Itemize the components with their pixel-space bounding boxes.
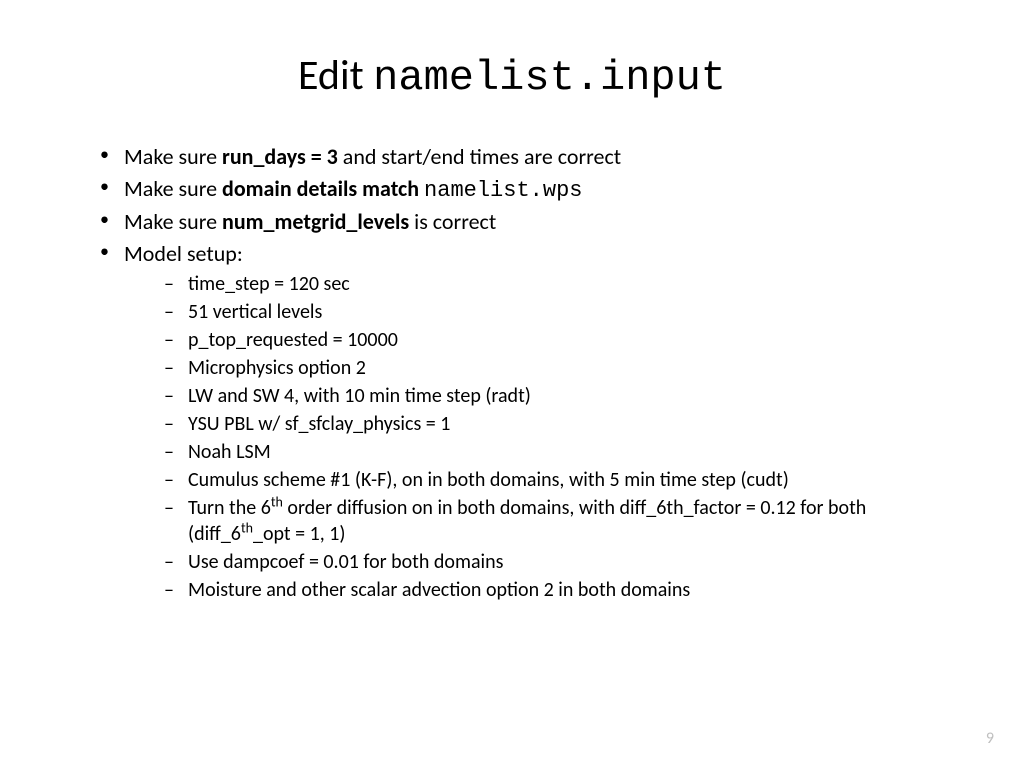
page-number: 9 <box>986 729 994 748</box>
bullet-item: Make sure num_metgrid_levels is correct <box>100 207 964 237</box>
sub-bullet-item: Turn the 6th order diffusion on in both … <box>164 495 964 547</box>
bullet-list: Make sure run_days = 3 and start/end tim… <box>100 142 964 603</box>
sub-text: Noah LSM <box>188 440 271 464</box>
sub-bullet-list: time_step = 120 sec 51 vertical levels p… <box>164 271 964 603</box>
bullet-item: Make sure domain details match namelist.… <box>100 174 964 206</box>
bullet-text: Make sure <box>124 143 222 170</box>
slide: Edit namelist.input Make sure run_days =… <box>0 0 1024 645</box>
sub-bullet-item: p_top_requested = 10000 <box>164 327 964 353</box>
bullet-text: Model setup: <box>124 240 243 267</box>
bullet-bold: run_days = 3 <box>222 143 338 170</box>
bullet-item: Make sure run_days = 3 and start/end tim… <box>100 142 964 172</box>
bullet-item: Model setup: time_step = 120 sec 51 vert… <box>100 239 964 603</box>
sub-bullet-item: LW and SW 4, with 10 min time step (radt… <box>164 383 964 409</box>
bullet-text: Make sure <box>124 175 222 202</box>
sub-bullet-item: 51 vertical levels <box>164 299 964 325</box>
sub-text: Cumulus scheme #1 (K-F), on in both doma… <box>188 468 789 492</box>
superscript: th <box>241 519 253 536</box>
sub-text: 51 vertical levels <box>188 300 322 324</box>
title-prefix: Edit <box>298 50 373 101</box>
sub-text: p_top_requested = 10000 <box>188 328 398 352</box>
sub-bullet-item: time_step = 120 sec <box>164 271 964 297</box>
sub-bullet-item: Use dampcoef = 0.01 for both domains <box>164 549 964 575</box>
sub-bullet-item: Microphysics option 2 <box>164 355 964 381</box>
sub-bullet-item: YSU PBL w/ sf_sfclay_physics = 1 <box>164 411 964 437</box>
title-mono: namelist.input <box>373 54 726 102</box>
sub-bullet-item: Cumulus scheme #1 (K-F), on in both doma… <box>164 467 964 493</box>
superscript: th <box>271 493 283 510</box>
bullet-text: Make sure <box>124 208 222 235</box>
sub-text: YSU PBL w/ sf_sfclay_physics = 1 <box>188 412 450 436</box>
sub-text: Use dampcoef = 0.01 for both domains <box>188 550 503 574</box>
bullet-mono: namelist.wps <box>424 178 582 203</box>
sub-text: Moisture and other scalar advection opti… <box>188 578 690 602</box>
slide-title: Edit namelist.input <box>160 50 864 102</box>
bullet-bold: num_metgrid_levels <box>222 208 409 235</box>
bullet-text: and start/end times are correct <box>338 143 621 170</box>
sub-text: Turn the 6 <box>188 496 271 520</box>
sub-text: time_step = 120 sec <box>188 272 350 296</box>
sub-text: _opt = 1, 1) <box>253 522 345 546</box>
bullet-bold: domain details match <box>222 175 424 202</box>
bullet-text: is correct <box>409 208 496 235</box>
sub-text: Microphysics option 2 <box>188 356 366 380</box>
sub-bullet-item: Moisture and other scalar advection opti… <box>164 577 964 603</box>
sub-bullet-item: Noah LSM <box>164 439 964 465</box>
sub-text: LW and SW 4, with 10 min time step (radt… <box>188 384 531 408</box>
